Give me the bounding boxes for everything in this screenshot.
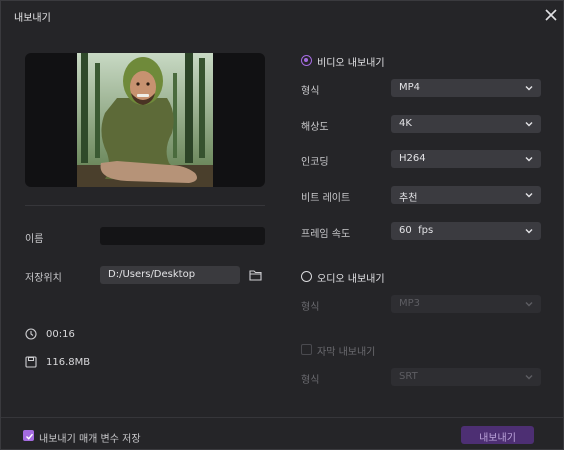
preview-thumbnail-image <box>77 53 213 187</box>
video-export-radio[interactable] <box>301 55 312 66</box>
save-disk-icon <box>25 356 37 368</box>
export-button[interactable]: 내보내기 <box>461 426 534 444</box>
video-format-select[interactable]: MP4 <box>391 79 541 97</box>
folder-icon[interactable] <box>249 269 262 281</box>
subtitle-export-label: 자막 내보내기 <box>317 347 376 358</box>
checkmark-icon <box>26 433 34 440</box>
subtitle-format-select: SRT <box>391 368 541 386</box>
duration-value: 00:16 <box>46 329 75 340</box>
encoding-select[interactable]: H264 <box>391 150 541 168</box>
title-bar: 내보내기 <box>1 1 563 29</box>
file-size-value: 116.8MB <box>46 357 91 368</box>
clock-icon <box>25 328 37 340</box>
bitrate-select[interactable]: 추천 <box>391 186 541 204</box>
bitrate-value: 추천 <box>399 193 418 204</box>
subtitle-export-checkbox[interactable] <box>301 344 312 355</box>
video-preview <box>25 53 265 187</box>
audio-format-label: 형식 <box>301 302 320 313</box>
save-location-label: 저장위치 <box>25 273 62 284</box>
save-path-field[interactable]: D:/Users/Desktop <box>100 266 240 284</box>
chevron-down-icon <box>525 86 533 91</box>
save-params-label: 내보내기 매개 변수 저장 <box>39 434 141 445</box>
export-dialog: 내보내기 이름 저장위치 D:/Users/Desktop 00:16 116.… <box>0 0 564 450</box>
encoding-label: 인코딩 <box>301 157 329 168</box>
resolution-select[interactable]: 4K <box>391 115 541 133</box>
framerate-label: 프레임 속도 <box>301 229 351 240</box>
chevron-down-icon <box>525 375 533 380</box>
name-input[interactable] <box>100 227 265 245</box>
name-label: 이름 <box>25 234 44 245</box>
video-format-label: 형식 <box>301 86 320 97</box>
resolution-label: 해상도 <box>301 122 329 133</box>
chevron-down-icon <box>525 122 533 127</box>
subtitle-format-label: 형식 <box>301 375 320 386</box>
framerate-select[interactable]: 60 fps <box>391 222 541 240</box>
video-format-value: MP4 <box>399 82 421 93</box>
bitrate-label: 비트 레이트 <box>301 193 351 204</box>
encoding-value: H264 <box>399 153 426 164</box>
audio-format-select: MP3 <box>391 295 541 313</box>
resolution-value: 4K <box>399 118 412 129</box>
framerate-value: 60 fps <box>399 225 434 236</box>
save-params-checkbox[interactable] <box>23 430 34 441</box>
close-icon[interactable] <box>543 7 559 23</box>
chevron-down-icon <box>525 193 533 198</box>
video-export-label: 비디오 내보내기 <box>317 58 385 69</box>
window-title: 내보내기 <box>14 13 51 24</box>
audio-format-value: MP3 <box>399 298 421 309</box>
audio-export-label: 오디오 내보내기 <box>317 274 385 285</box>
chevron-down-icon <box>525 229 533 234</box>
audio-export-radio[interactable] <box>301 271 312 282</box>
chevron-down-icon <box>525 302 533 307</box>
chevron-down-icon <box>525 157 533 162</box>
subtitle-format-value: SRT <box>399 371 418 382</box>
left-divider <box>25 205 265 206</box>
